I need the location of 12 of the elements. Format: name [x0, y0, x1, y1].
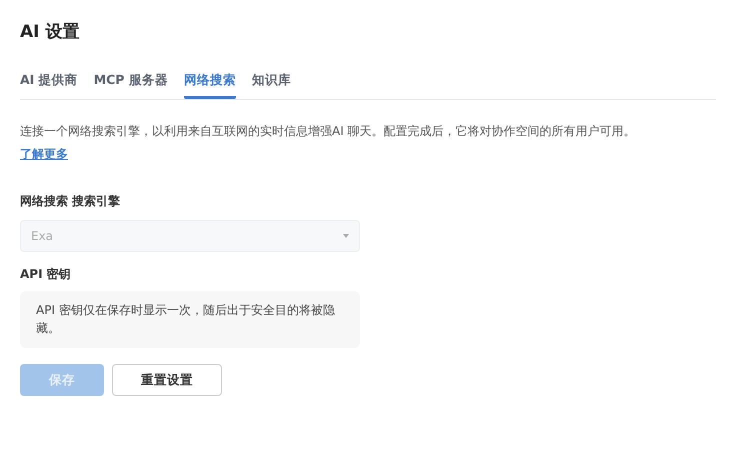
learn-more-link[interactable]: 了解更多 [20, 146, 68, 163]
api-key-label: API 密钥 [20, 266, 72, 283]
page-title: AI 设置 [20, 21, 80, 44]
api-key-notice: API 密钥仅在保存时显示一次，随后出于安全目的将被隐藏。 [20, 291, 360, 348]
description-text: 连接一个网络搜索引擎，以利用来自互联网的实时信息增强AI 聊天。配置完成后，它将对协作空间的所有用户可用。 [20, 123, 637, 140]
tab[interactable]: AI 提供商 [20, 70, 78, 99]
tab[interactable]: 网络搜索 [184, 70, 236, 99]
tab[interactable]: 知识库 [252, 70, 291, 99]
caret-icon [343, 234, 349, 238]
reset-button[interactable]: 重置设置 [112, 364, 222, 396]
search-engine-label: 网络搜索 搜索引擎 [20, 193, 122, 210]
tab[interactable]: MCP 服务器 [94, 70, 168, 99]
